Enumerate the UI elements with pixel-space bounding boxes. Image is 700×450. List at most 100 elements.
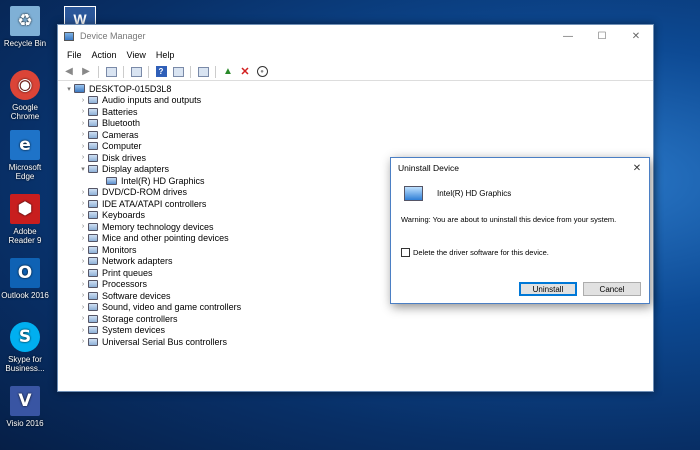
maximize-button[interactable]: ☐: [585, 25, 619, 47]
tree-category[interactable]: › Cameras: [64, 129, 653, 141]
device-category-icon: [88, 314, 98, 323]
forward-arrow-icon[interactable]: ▶: [79, 65, 93, 79]
device-category-icon: [88, 291, 98, 300]
chevron-right-icon[interactable]: ›: [78, 200, 88, 207]
chevron-right-icon[interactable]: ›: [78, 292, 88, 299]
close-button[interactable]: ✕: [619, 25, 653, 47]
chevron-right-icon[interactable]: ›: [78, 327, 88, 334]
device-category-icon: [88, 107, 98, 116]
toolbar-separator: [98, 65, 99, 78]
dialog-title-bar[interactable]: Uninstall Device ✕: [391, 158, 649, 178]
desktop-icon[interactable]: S Skype for Business...: [0, 322, 50, 373]
dialog-close-button[interactable]: ✕: [625, 163, 649, 174]
desktop-icon[interactable]: O Outlook 2016: [0, 258, 50, 300]
chevron-right-icon[interactable]: ›: [78, 281, 88, 288]
chevron-right-icon[interactable]: ›: [78, 235, 88, 242]
skype-icon: S: [10, 322, 40, 352]
tree-category-label: Computer: [102, 141, 142, 152]
tree-category-label: System devices: [102, 325, 166, 336]
chevron-right-icon[interactable]: ›: [78, 304, 88, 311]
desktop-icon-label: Skype for Business...: [5, 355, 45, 373]
tree-category-label: Storage controllers: [102, 313, 178, 324]
toolbar-separator: [215, 65, 216, 78]
minimize-button[interactable]: —: [551, 25, 585, 47]
tree-category[interactable]: › Bluetooth: [64, 118, 653, 130]
chevron-down-icon[interactable]: ▾: [78, 165, 88, 173]
tree-category[interactable]: › Audio inputs and outputs: [64, 95, 653, 107]
tree-category[interactable]: › Universal Serial Bus controllers: [64, 336, 653, 348]
desktop-icon[interactable]: V Visio 2016: [0, 386, 50, 428]
tree-category-label: Universal Serial Bus controllers: [102, 336, 228, 347]
chevron-right-icon[interactable]: ›: [78, 154, 88, 161]
device-category-icon: [88, 188, 98, 197]
tree-category-label: Print queues: [102, 267, 153, 278]
back-arrow-icon[interactable]: ◀: [62, 65, 76, 79]
chevron-right-icon[interactable]: ›: [78, 189, 88, 196]
update-driver-icon[interactable]: ▲: [221, 65, 235, 79]
chevron-right-icon[interactable]: ›: [78, 97, 88, 104]
uninstall-device-dialog: Uninstall Device ✕ Intel(R) HD Graphics …: [390, 157, 650, 304]
uninstall-device-icon[interactable]: ✕: [238, 65, 252, 79]
chevron-right-icon[interactable]: ›: [78, 223, 88, 230]
tree-category-label: DVD/CD-ROM drives: [102, 187, 188, 198]
outlook-icon: O: [10, 258, 40, 288]
device-category-icon: [88, 326, 98, 335]
tree-category[interactable]: › Computer: [64, 141, 653, 153]
chevron-right-icon[interactable]: ›: [78, 258, 88, 265]
chevron-right-icon[interactable]: ›: [78, 315, 88, 322]
action-pane-icon[interactable]: [171, 65, 185, 79]
desktop-icon[interactable]: ⬢ Adobe Reader 9: [0, 194, 50, 245]
delete-driver-label[interactable]: Delete the driver software for this devi…: [413, 248, 549, 257]
chevron-right-icon[interactable]: ›: [78, 143, 88, 150]
tree-category[interactable]: › Storage controllers: [64, 313, 653, 325]
help-icon[interactable]: ?: [154, 65, 168, 79]
menu-file[interactable]: File: [62, 50, 87, 60]
device-category-icon: [88, 153, 98, 162]
tree-category[interactable]: › System devices: [64, 325, 653, 337]
chevron-right-icon[interactable]: ›: [78, 212, 88, 219]
chevron-down-icon[interactable]: ▾: [64, 85, 74, 93]
properties-icon[interactable]: [129, 65, 143, 79]
desktop-icon[interactable]: ◉ Google Chrome: [0, 70, 50, 121]
desktop-icon[interactable]: e Microsoft Edge: [0, 130, 50, 181]
cancel-button[interactable]: Cancel: [583, 282, 641, 296]
dialog-warning-text: Warning: You are about to uninstall this…: [401, 215, 617, 224]
menu-help[interactable]: Help: [151, 50, 180, 60]
adobe-reader-icon: ⬢: [10, 194, 40, 224]
show-hide-console-tree-icon[interactable]: [104, 65, 118, 79]
tree-category-label: Disk drives: [102, 152, 147, 163]
dialog-device-info: Intel(R) HD Graphics: [404, 186, 511, 201]
disable-device-icon[interactable]: ●: [255, 65, 269, 79]
chevron-right-icon[interactable]: ›: [78, 246, 88, 253]
title-bar[interactable]: Device Manager — ☐ ✕: [58, 25, 653, 47]
device-manager-app-icon: [64, 31, 74, 41]
tree-category-label: Software devices: [102, 290, 171, 301]
chevron-right-icon[interactable]: ›: [78, 108, 88, 115]
uninstall-button[interactable]: Uninstall: [519, 282, 577, 296]
tree-category-label: Monitors: [102, 244, 137, 255]
menu-bar: File Action View Help: [58, 47, 653, 63]
toolbar-separator: [123, 65, 124, 78]
desktop-icon-label: Outlook 2016: [1, 291, 49, 300]
tree-category-label: Memory technology devices: [102, 221, 214, 232]
chevron-right-icon[interactable]: ›: [78, 338, 88, 345]
device-category-icon: [88, 130, 98, 139]
menu-action[interactable]: Action: [87, 50, 122, 60]
scan-hardware-changes-icon[interactable]: [196, 65, 210, 79]
tree-category[interactable]: › Batteries: [64, 106, 653, 118]
tree-category-label: Keyboards: [102, 210, 146, 221]
tree-device-label: Intel(R) HD Graphics: [121, 175, 205, 186]
chevron-right-icon[interactable]: ›: [78, 269, 88, 276]
delete-driver-option[interactable]: Delete the driver software for this devi…: [401, 248, 549, 257]
chevron-right-icon[interactable]: ›: [78, 131, 88, 138]
tree-category-label: IDE ATA/ATAPI controllers: [102, 198, 207, 209]
menu-view[interactable]: View: [122, 50, 151, 60]
tree-category-label: Bluetooth: [102, 118, 141, 129]
tree-category-label: Sound, video and game controllers: [102, 302, 242, 313]
tree-root[interactable]: ▾ DESKTOP-015D3L8: [64, 83, 653, 95]
chevron-right-icon[interactable]: ›: [78, 120, 88, 127]
delete-driver-checkbox[interactable]: [401, 248, 410, 257]
desktop-icon[interactable]: ♻ Recycle Bin: [0, 6, 50, 48]
tree-category-label: Display adapters: [102, 164, 170, 175]
computer-icon: [74, 84, 85, 94]
